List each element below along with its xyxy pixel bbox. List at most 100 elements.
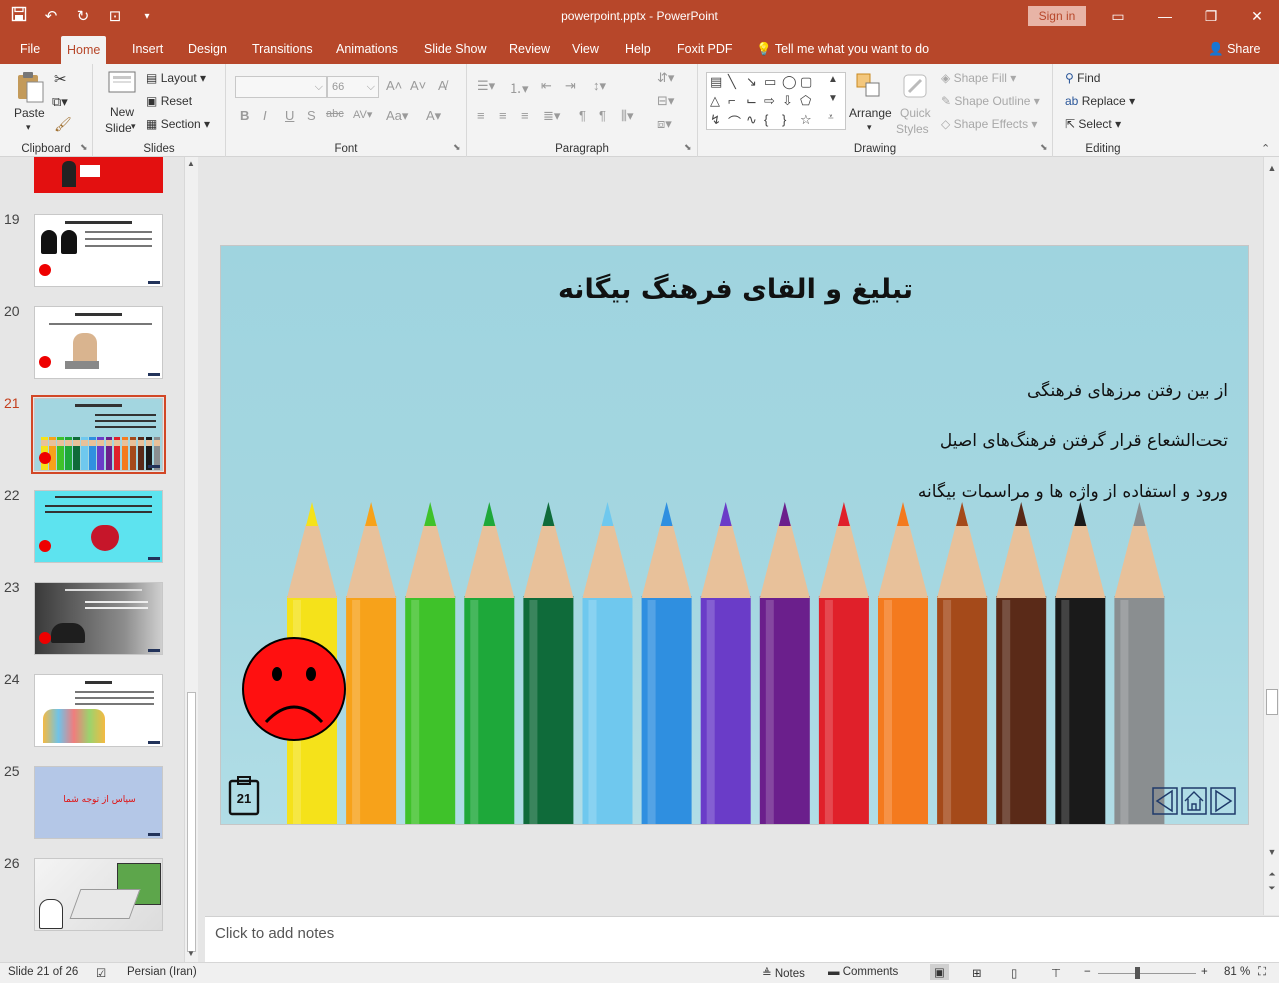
normal-view-icon[interactable]: ▣	[930, 964, 949, 980]
justify-icon[interactable]: ≣▾	[543, 108, 560, 124]
shadow-icon[interactable]: S	[307, 108, 316, 123]
bold-icon[interactable]: B	[240, 108, 249, 123]
close-button[interactable]: ✕	[1242, 4, 1272, 28]
gallery-down-icon[interactable]: ▼	[828, 93, 838, 104]
paste-button[interactable]: Paste	[14, 106, 45, 120]
tab-home[interactable]: Home	[61, 36, 107, 64]
copy-icon[interactable]: ⧉▾	[52, 94, 68, 110]
previous-slide-icon[interactable]	[1152, 787, 1178, 815]
arrow-line-shape-icon[interactable]: ↘	[746, 74, 757, 90]
slide-bullet-2[interactable]: تحت‌الشعاع قرار گرفتن فرهنگ‌های اصیل	[940, 431, 1228, 451]
numbering-icon[interactable]: ⒈▾	[509, 78, 529, 97]
slide-thumbnail-18[interactable]	[34, 157, 163, 193]
ribbon-display-options-icon[interactable]: ▭	[1103, 4, 1133, 28]
align-text-icon[interactable]: ⊟▾	[657, 93, 674, 109]
paste-icon[interactable]	[14, 70, 46, 103]
change-case-icon[interactable]: Aa▾	[386, 108, 408, 124]
share-button[interactable]: 👤 Share	[1208, 34, 1260, 64]
gallery-more-icon[interactable]: ⩡	[828, 112, 834, 123]
scroll-up-icon[interactable]: ▲	[1266, 163, 1278, 175]
triangle-shape-icon[interactable]: △	[710, 93, 720, 109]
quick-styles-label[interactable]: Quick	[900, 106, 931, 120]
slide-sorter-icon[interactable]: ⊞	[972, 966, 982, 980]
arrange-label[interactable]: Arrange	[849, 106, 892, 120]
textbox-shape-icon[interactable]: ▤	[710, 74, 722, 90]
bullets-icon[interactable]: ☰▾	[477, 78, 495, 94]
smartart-icon[interactable]: ⧈▾	[657, 116, 672, 132]
right-arrow-shape-icon[interactable]: ⇨	[764, 93, 775, 109]
quick-styles-label-2[interactable]: Styles	[896, 122, 929, 136]
tab-transitions[interactable]: Transitions	[246, 34, 319, 64]
spelling-check-icon[interactable]: ☑	[96, 966, 106, 980]
star-shape-icon[interactable]: ☆	[800, 112, 812, 128]
left-brace-shape-icon[interactable]: {	[764, 112, 768, 127]
tell-me-box[interactable]: 💡 Tell me what you want to do	[750, 34, 935, 64]
section-button[interactable]: ▦ Section ▾	[146, 117, 210, 131]
comments-toggle[interactable]: ▬ Comments	[828, 966, 898, 978]
down-arrow-shape-icon[interactable]: ⇩	[782, 93, 793, 109]
new-slide-label-2[interactable]: Slide	[105, 121, 132, 135]
select-button[interactable]: ⇱ Select ▾	[1065, 117, 1121, 131]
shape-outline-button[interactable]: ✎ Shape Outline ▾	[941, 94, 1040, 108]
tab-help[interactable]: Help	[619, 34, 657, 64]
paragraph-launcher-icon[interactable]: ⬊	[684, 142, 692, 153]
quick-styles-icon[interactable]	[901, 72, 933, 104]
text-direction-icon[interactable]: ⇵▾	[657, 70, 674, 86]
character-spacing-icon[interactable]: AV▾	[353, 108, 372, 121]
arrange-icon[interactable]	[855, 72, 887, 104]
font-color-icon[interactable]: A▾	[426, 108, 441, 124]
zoom-level[interactable]: 81 %	[1224, 966, 1250, 978]
decrease-indent-icon[interactable]: ⇤	[541, 78, 552, 94]
align-left-icon[interactable]: ≡	[477, 108, 485, 123]
slideshow-view-icon[interactable]: ⊤	[1051, 966, 1061, 980]
right-brace-shape-icon[interactable]: }	[782, 112, 786, 127]
slide-bullet-3[interactable]: ورود و استفاده از واژه ها و مراسمات بیگا…	[918, 482, 1228, 502]
scribble-shape-icon[interactable]: ∿	[746, 112, 757, 128]
layout-button[interactable]: ▤ Layout ▾	[146, 71, 206, 85]
fit-slide-icon[interactable]: ⛶	[1258, 966, 1266, 979]
italic-icon[interactable]: I	[263, 108, 267, 123]
tab-foxit-pdf[interactable]: Foxit PDF	[671, 34, 739, 64]
notes-placeholder[interactable]: Click to add notes	[215, 925, 334, 942]
tab-insert[interactable]: Insert	[126, 34, 169, 64]
restore-button[interactable]: ❐	[1196, 4, 1226, 28]
undo-icon[interactable]: ↶	[40, 6, 62, 28]
increase-indent-icon[interactable]: ⇥	[565, 78, 576, 94]
scroll-up-icon[interactable]: ▲	[187, 159, 195, 168]
next-slide-scroll-icon[interactable]: ⏷	[1266, 883, 1278, 895]
increase-font-icon[interactable]: A˄	[386, 78, 402, 93]
sign-in-button[interactable]: Sign in	[1028, 6, 1086, 26]
elbow-arrow-icon[interactable]: ⌙	[746, 93, 757, 109]
slide-title[interactable]: تبلیغ و القای فرهنگ بیگانه	[221, 274, 1248, 305]
thumbnail-scroll-thumb[interactable]	[187, 692, 196, 952]
slide-thumbnail-22[interactable]	[34, 490, 163, 563]
arrange-dropdown-icon[interactable]: ▾	[867, 122, 872, 133]
thumbnail-scrollbar[interactable]: ▲ ▼	[184, 157, 198, 962]
shape-effects-button[interactable]: ◇ Shape Effects ▾	[941, 117, 1037, 131]
slide-thumbnail-23[interactable]	[34, 582, 163, 655]
drawing-launcher-icon[interactable]: ⬊	[1040, 142, 1048, 153]
new-slide-icon[interactable]	[107, 70, 139, 102]
notes-toggle[interactable]: ≜ Notes	[762, 966, 805, 980]
new-slide-dropdown-icon[interactable]: ▾	[131, 121, 136, 132]
customize-toolbar-icon[interactable]: ▾	[136, 6, 158, 28]
scroll-down-icon[interactable]: ▼	[1266, 847, 1278, 859]
curve-shape-icon[interactable]: ↯	[710, 112, 721, 128]
line-shape-icon[interactable]: ╲	[728, 74, 736, 90]
center-icon[interactable]: ≡	[499, 108, 507, 123]
shapes-gallery[interactable]: ▤ ╲ ↘ ▭ ◯ ▢ △ ⌐ ⌙ ⇨ ⇩ ⬠ ↯ ⌒ ∿ { } ☆ ▲ ▼ …	[706, 72, 846, 130]
cut-icon[interactable]: ✂	[54, 70, 67, 88]
scroll-down-icon[interactable]: ▼	[187, 949, 195, 958]
language-indicator[interactable]: Persian (Iran)	[127, 966, 197, 978]
notes-pane[interactable]: Click to add notes	[205, 916, 1279, 962]
slide-scroll-thumb[interactable]	[1266, 689, 1278, 715]
format-painter-icon[interactable]: 🖌	[54, 116, 72, 133]
tab-view[interactable]: View	[566, 34, 605, 64]
strikethrough-icon[interactable]: abc	[326, 108, 344, 120]
columns-icon[interactable]: ⫼▾	[621, 108, 634, 124]
paste-dropdown-icon[interactable]: ▾	[26, 122, 31, 133]
clear-formatting-icon[interactable]: A̸	[438, 78, 447, 93]
clipboard-launcher-icon[interactable]: ⬊	[80, 142, 88, 153]
start-from-beginning-icon[interactable]: ⊡	[104, 6, 126, 28]
rectangle-shape-icon[interactable]: ▭	[764, 74, 776, 90]
